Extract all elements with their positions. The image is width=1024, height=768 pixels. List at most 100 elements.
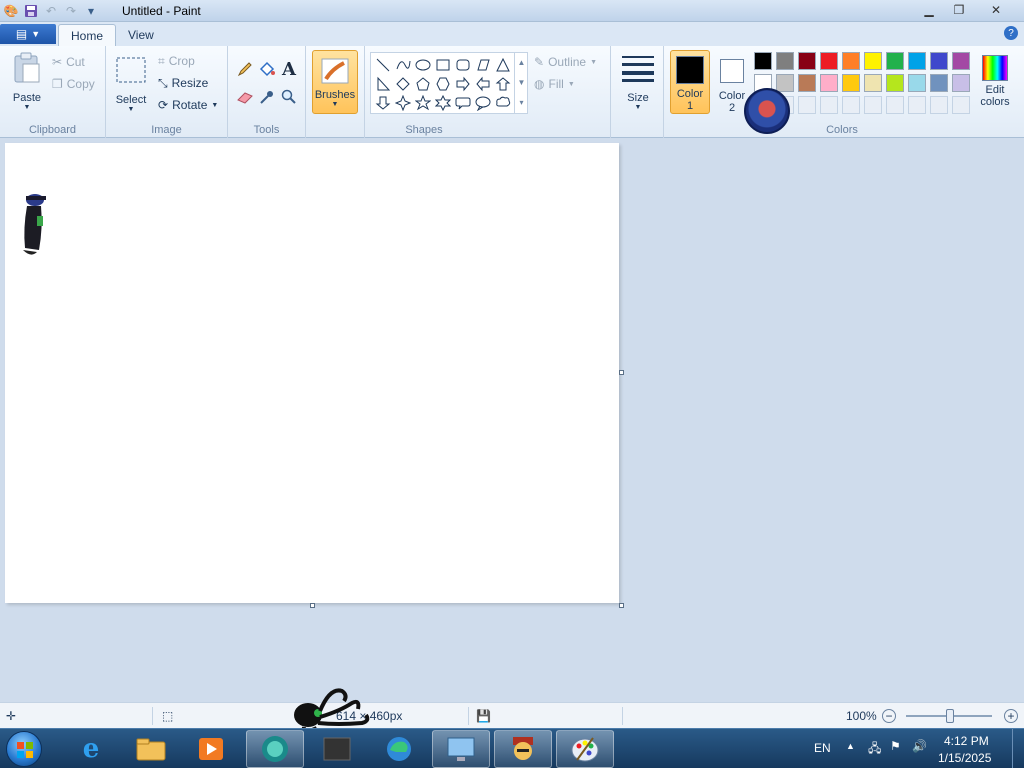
show-desktop-button[interactable] [1012, 729, 1024, 768]
close-button[interactable]: ✕ [974, 0, 1018, 20]
palette-swatch[interactable] [798, 52, 816, 70]
pentagon-shape-icon[interactable] [413, 74, 433, 94]
palette-swatch[interactable] [842, 52, 860, 70]
undo-icon[interactable]: ↶ [42, 2, 60, 20]
outline-button[interactable]: ✎ Outline ▼ [534, 52, 597, 72]
select-button[interactable]: Select ▼ [114, 54, 148, 113]
resize-button[interactable]: ⤡ Resize [158, 73, 208, 93]
minimize-button[interactable]: ▁ [914, 0, 944, 20]
color-picker-icon[interactable] [256, 86, 278, 108]
fill-button[interactable]: ◍ Fill ▼ [534, 74, 575, 94]
paste-button[interactable]: Paste ▼ [8, 52, 46, 111]
four-point-star-shape-icon[interactable] [393, 93, 413, 113]
clock-time[interactable]: 4:12 PM [944, 734, 989, 748]
qat-customize-icon[interactable]: ▾ [82, 2, 100, 20]
palette-swatch[interactable] [864, 74, 882, 92]
five-point-star-shape-icon[interactable] [413, 93, 433, 113]
oval-callout-shape-icon[interactable] [473, 93, 493, 113]
language-indicator[interactable]: EN [814, 741, 831, 755]
copy-button[interactable]: ❐ Copy [52, 74, 95, 94]
magnifier-icon[interactable] [278, 86, 300, 108]
palette-custom-slot[interactable] [820, 96, 838, 114]
palette-swatch[interactable] [820, 52, 838, 70]
canvas-resize-handle-right[interactable] [619, 370, 624, 375]
palette-swatch[interactable] [842, 74, 860, 92]
left-arrow-shape-icon[interactable] [473, 74, 493, 94]
right-triangle-shape-icon[interactable] [373, 74, 393, 94]
palette-custom-slot[interactable] [908, 96, 926, 114]
paint-app-icon[interactable]: 🎨 [2, 2, 20, 20]
up-arrow-shape-icon[interactable] [493, 74, 513, 94]
taskbar-remote-desktop[interactable] [432, 730, 490, 768]
zoom-in-button[interactable]: + [1004, 703, 1018, 729]
palette-swatch[interactable] [886, 74, 904, 92]
taskbar-internet-explorer[interactable]: e [62, 730, 120, 768]
taskbar-app-circle[interactable] [246, 730, 304, 768]
palette-swatch[interactable] [776, 74, 794, 92]
palette-swatch[interactable] [886, 52, 904, 70]
volume-icon[interactable]: 🔊 [912, 739, 927, 753]
canvas-resize-handle-bottom[interactable] [310, 603, 315, 608]
taskbar-app-dark[interactable] [308, 730, 366, 768]
palette-swatch[interactable] [952, 74, 970, 92]
file-menu-button[interactable]: ▤ ▼ [0, 24, 56, 44]
curve-shape-icon[interactable] [393, 55, 413, 75]
color1-button[interactable]: Color 1 [670, 50, 710, 114]
palette-swatch[interactable] [864, 52, 882, 70]
taskbar-edge[interactable] [370, 730, 428, 768]
taskbar-media-player[interactable] [182, 730, 240, 768]
cloud-callout-shape-icon[interactable] [493, 93, 513, 113]
oval-shape-icon[interactable] [413, 55, 433, 75]
pencil-icon[interactable] [234, 58, 256, 80]
tab-view[interactable]: View [116, 24, 166, 46]
rectangle-shape-icon[interactable] [433, 55, 453, 75]
rotate-button[interactable]: ⟳ Rotate ▼ [158, 95, 218, 115]
diamond-shape-icon[interactable] [393, 74, 413, 94]
rounded-callout-shape-icon[interactable] [453, 93, 473, 113]
palette-custom-slot[interactable] [798, 96, 816, 114]
canvas-workarea[interactable] [0, 138, 1024, 702]
taskbar-file-explorer[interactable] [122, 730, 180, 768]
eraser-icon[interactable] [234, 86, 256, 108]
clock-date[interactable]: 1/15/2025 [938, 751, 991, 765]
action-center-flag-icon[interactable]: ⚑ [890, 739, 901, 753]
help-icon[interactable]: ? [1004, 26, 1018, 40]
network-icon[interactable]: 🖧 [868, 739, 881, 760]
palette-swatch[interactable] [930, 74, 948, 92]
six-point-star-shape-icon[interactable] [433, 93, 453, 113]
palette-custom-slot[interactable] [952, 96, 970, 114]
zoom-out-button[interactable]: − [882, 703, 896, 729]
save-icon[interactable] [22, 2, 40, 20]
size-button[interactable]: Size ▼ [619, 52, 657, 111]
palette-swatch[interactable] [754, 52, 772, 70]
redo-icon[interactable]: ↷ [62, 2, 80, 20]
rounded-rectangle-shape-icon[interactable] [453, 55, 473, 75]
right-arrow-shape-icon[interactable] [453, 74, 473, 94]
shapes-scroll[interactable]: ▲ ▼ ▾ [514, 53, 528, 113]
cut-button[interactable]: ✂ Cut [52, 52, 85, 72]
palette-custom-slot[interactable] [842, 96, 860, 114]
canvas-resize-handle-corner[interactable] [619, 603, 624, 608]
palette-swatch[interactable] [908, 52, 926, 70]
palette-swatch[interactable] [952, 52, 970, 70]
palette-custom-slot[interactable] [864, 96, 882, 114]
down-arrow-shape-icon[interactable] [373, 93, 393, 113]
palette-swatch[interactable] [908, 74, 926, 92]
palette-swatch[interactable] [820, 74, 838, 92]
palette-custom-slot[interactable] [886, 96, 904, 114]
tray-expand-icon[interactable]: ▲ [846, 741, 855, 751]
triangle-shape-icon[interactable] [493, 55, 513, 75]
taskbar-character-app[interactable] [494, 730, 552, 768]
fill-bucket-icon[interactable] [256, 58, 278, 80]
palette-swatch[interactable] [930, 52, 948, 70]
start-button[interactable] [6, 731, 42, 767]
polygon-shape-icon[interactable] [473, 55, 493, 75]
drawing-canvas[interactable] [5, 143, 619, 603]
palette-custom-slot[interactable] [930, 96, 948, 114]
taskbar-paint[interactable] [556, 730, 614, 768]
palette-swatch[interactable] [798, 74, 816, 92]
zoom-slider-thumb[interactable] [946, 709, 954, 723]
tab-home[interactable]: Home [58, 24, 117, 46]
text-tool-icon[interactable]: A [278, 58, 300, 80]
palette-swatch[interactable] [776, 52, 794, 70]
